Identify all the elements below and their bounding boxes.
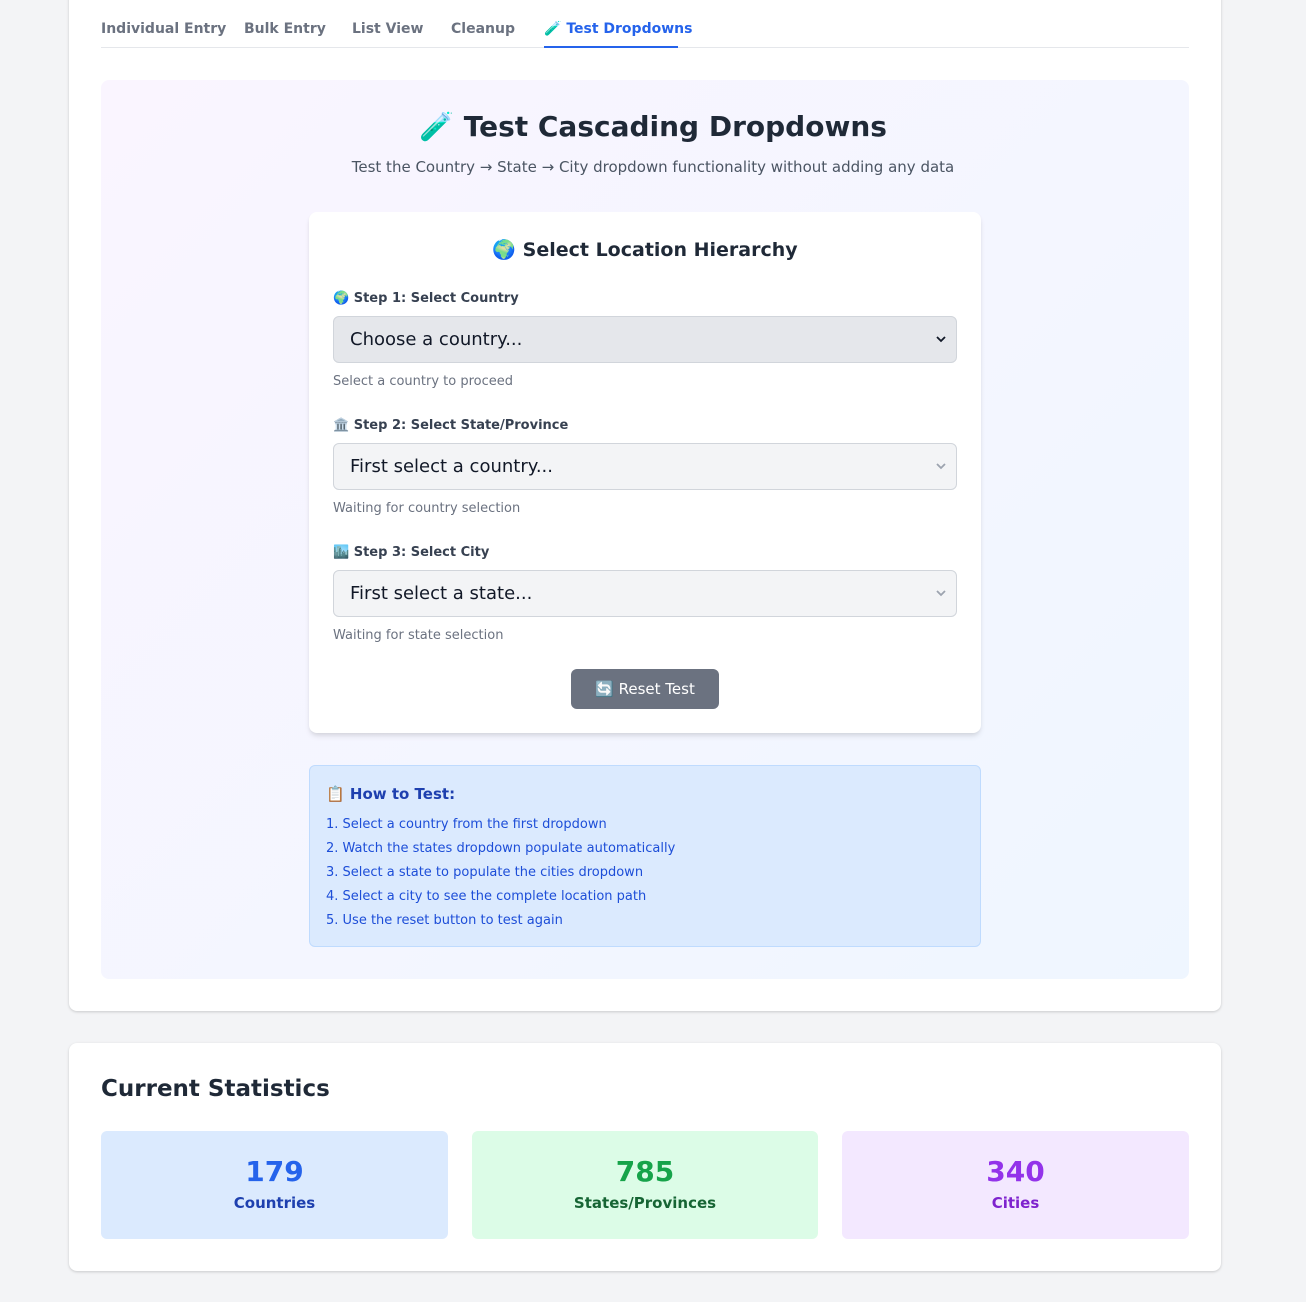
tab-label: List View: [352, 21, 424, 37]
states-stat: 785 States/Provinces: [472, 1131, 818, 1239]
how-to-item: 5. Use the reset button to test again: [326, 913, 563, 928]
tab-list-view[interactable]: List View: [352, 0, 423, 48]
stat-value: 179: [245, 1155, 304, 1188]
tab-bulk-entry[interactable]: Bulk Entry: [244, 0, 326, 48]
tab-label: Cleanup: [451, 21, 515, 37]
country-select-value: Choose a country...: [350, 329, 523, 350]
tab-label: Bulk Entry: [244, 21, 326, 37]
state-step-label-text: Step 2: Select State/Province: [353, 418, 569, 433]
page-subtitle: Test the Country → State → City dropdown…: [351, 158, 955, 176]
how-to-item: 4. Select a city to see the complete loc…: [326, 889, 647, 904]
how-to-title: 📋 How to Test:: [326, 785, 455, 803]
state-select-value: First select a country...: [350, 456, 553, 477]
city-select-value: First select a state...: [350, 583, 533, 604]
clipboard-icon: 📋: [326, 785, 345, 803]
city-select[interactable]: First select a state...: [333, 570, 957, 617]
stat-label: States/Provinces: [573, 1194, 717, 1212]
country-step-label: 🌍 Step 1: Select Country: [333, 291, 519, 306]
how-to-title-text: How to Test:: [349, 785, 456, 803]
cities-stat: 340 Cities: [842, 1131, 1189, 1239]
state-helper-text: Waiting for country selection: [333, 501, 521, 516]
country-helper-text: Select a country to proceed: [333, 374, 514, 389]
city-step-label-text: Step 3: Select City: [353, 545, 490, 560]
chevron-down-icon: [936, 463, 946, 470]
city-helper-text: Waiting for state selection: [333, 628, 504, 643]
test-tube-icon: 🧪: [419, 110, 454, 143]
city-step-label: 🏙️ Step 3: Select City: [333, 545, 489, 560]
test-tube-icon: 🧪: [544, 21, 562, 37]
state-step-label: 🏛️ Step 2: Select State/Province: [333, 418, 568, 433]
classical-building-icon: 🏛️: [333, 418, 350, 433]
how-to-item: 1. Select a country from the first dropd…: [326, 817, 607, 832]
how-to-item: 2. Watch the states dropdown populate au…: [326, 841, 676, 856]
stat-value: 340: [986, 1155, 1045, 1188]
statistics-title: Current Statistics: [101, 1076, 330, 1102]
tab-test-dropdowns[interactable]: 🧪 Test Dropdowns: [544, 0, 692, 48]
countries-stat: 179 Countries: [101, 1131, 448, 1239]
stat-label: Cities: [991, 1194, 1040, 1212]
reset-test-button[interactable]: 🔄 Reset Test: [571, 669, 719, 709]
how-to-item: 3. Select a state to populate the cities…: [326, 865, 644, 880]
country-select[interactable]: Choose a country...: [333, 316, 957, 363]
tab-label: Test Dropdowns: [566, 21, 693, 37]
country-step-label-text: Step 1: Select Country: [353, 291, 519, 306]
selector-title-text: Select Location Hierarchy: [522, 239, 798, 261]
refresh-icon: 🔄: [595, 680, 614, 698]
globe-icon: 🌍: [492, 239, 517, 261]
stat-label: Countries: [233, 1194, 316, 1212]
cityscape-icon: 🏙️: [333, 545, 350, 560]
stat-value: 785: [615, 1155, 675, 1188]
state-select[interactable]: First select a country...: [333, 443, 957, 490]
page-title: 🧪 Test Cascading Dropdowns: [0, 110, 1306, 143]
chevron-down-icon: [936, 590, 946, 597]
globe-icon: 🌍: [333, 291, 350, 306]
reset-button-label: Reset Test: [618, 680, 695, 698]
tab-label: Individual Entry: [101, 21, 227, 37]
tab-cleanup[interactable]: Cleanup: [451, 0, 515, 48]
chevron-down-icon: [936, 336, 946, 343]
tab-individual-entry[interactable]: Individual Entry: [101, 0, 226, 48]
selector-title: 🌍 Select Location Hierarchy: [309, 238, 981, 261]
page-title-text: Test Cascading Dropdowns: [463, 110, 887, 143]
